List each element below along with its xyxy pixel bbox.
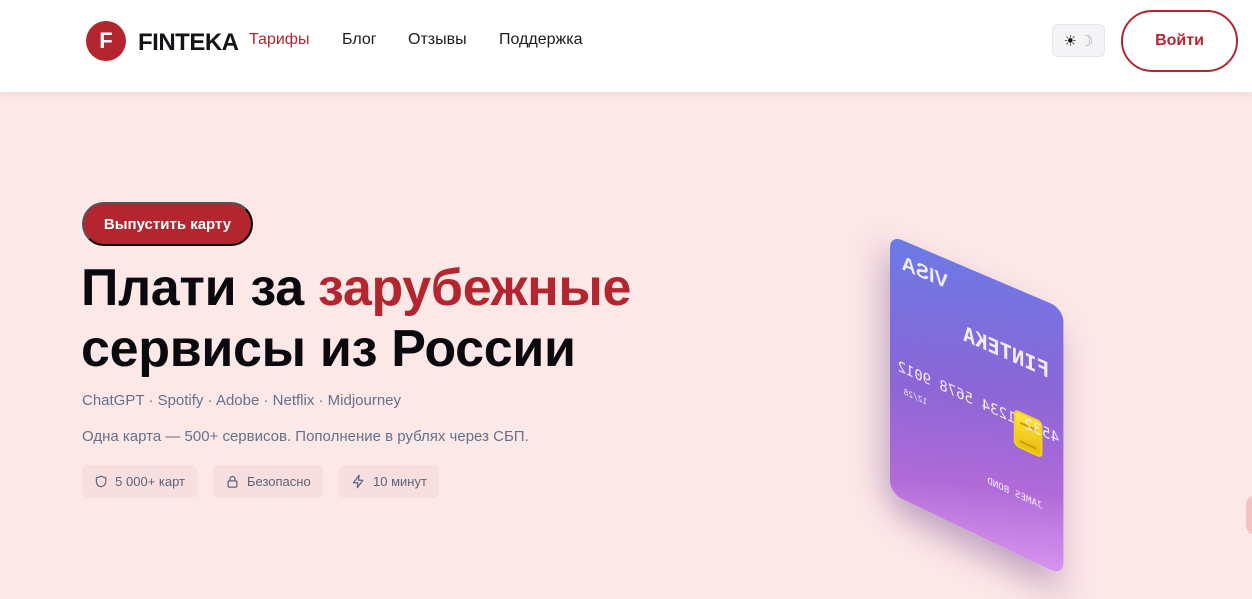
feature-label: 5 000+ карт: [115, 474, 185, 489]
card-expiry: 12/28: [904, 387, 928, 407]
feature-label: Безопасно: [247, 474, 311, 489]
theme-toggle[interactable]: ☀ ☽: [1052, 24, 1105, 57]
hero-title-line2: сервисы из России: [81, 320, 576, 378]
issue-card-button[interactable]: Выпустить карту: [82, 202, 253, 246]
nav-link-reviews[interactable]: Отзывы: [408, 31, 467, 49]
services-list: ChatGPT · Spotify · Adobe · Netflix · Mi…: [82, 392, 401, 409]
site-header: F FINTEKA Тарифы Блог Отзывы Поддержка ☀…: [0, 0, 1252, 92]
lock-icon: [225, 474, 240, 489]
hero-subtitle: Одна карта — 500+ сервисов. Пополнение в…: [82, 428, 529, 445]
floating-chat-button[interactable]: [1246, 495, 1252, 535]
logo-badge[interactable]: F: [86, 21, 126, 61]
login-button[interactable]: Войти: [1121, 10, 1238, 72]
shield-icon: [94, 474, 108, 489]
sun-icon: ☀: [1064, 32, 1077, 50]
hero-title: Плати за зарубежные сервисы из России: [81, 258, 631, 380]
card-holder: JAMES BOND: [987, 476, 1042, 512]
nav-link-tariffs[interactable]: Тарифы: [249, 31, 309, 49]
card-network: VISA: [902, 252, 948, 295]
hero-title-accent: зарубежные: [318, 259, 631, 317]
moon-icon: ☽: [1080, 32, 1093, 50]
bank-card: VISA FINTEKA 4532 1234 5678 9012 12/28 J…: [890, 235, 1063, 576]
card-illustration: VISA FINTEKA 4532 1234 5678 9012 12/28 J…: [860, 225, 1090, 515]
feature-pill-security: Безопасно: [213, 465, 323, 498]
feature-pill-cards: 5 000+ карт: [82, 465, 197, 498]
nav-link-support[interactable]: Поддержка: [499, 31, 582, 49]
hero-title-part1: Плати за: [81, 259, 318, 317]
nav-link-blog[interactable]: Блог: [342, 31, 377, 49]
feature-pill-speed: 10 минут: [339, 465, 439, 498]
card-brand: FINTEKA: [963, 321, 1049, 383]
lightning-icon: [351, 474, 366, 489]
feature-label: 10 минут: [373, 474, 427, 489]
logo-text[interactable]: FINTEKA: [138, 29, 239, 57]
